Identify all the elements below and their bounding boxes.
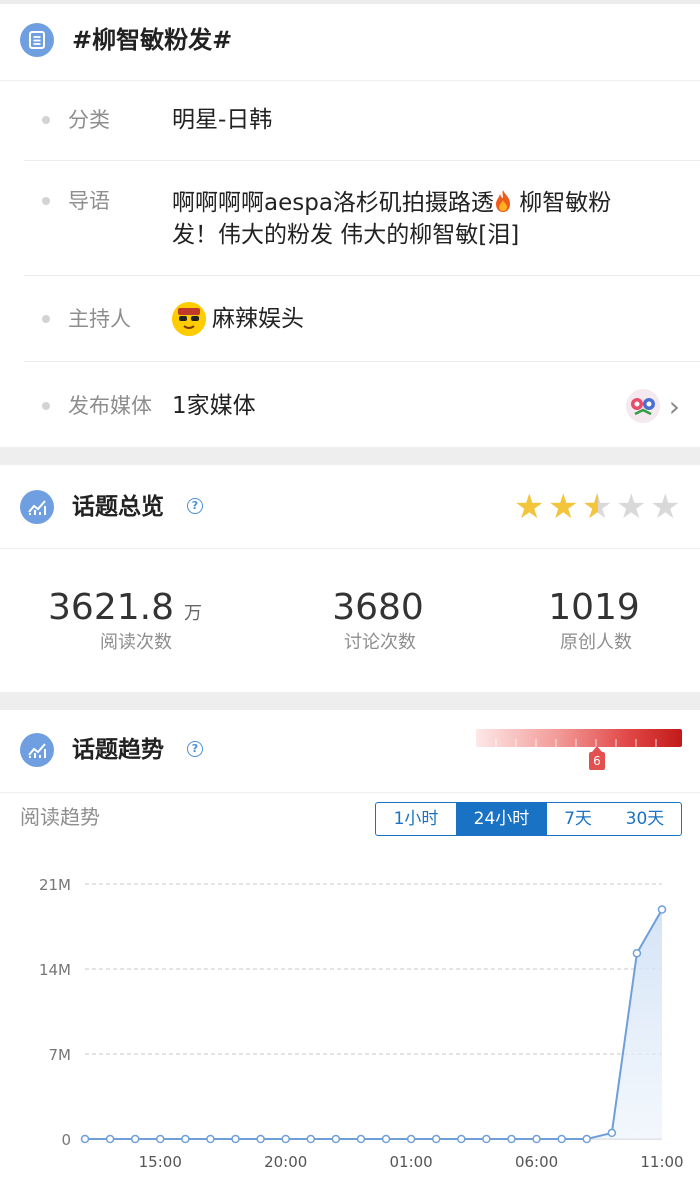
read-trend-chart: 0 7M 14M 21M 15:00 20:00 01:00 06:00 11:00 [39,876,684,1171]
help-icon[interactable]: ? [187,741,203,757]
bullet-dot [42,197,50,205]
x-tick-label: 06:00 [515,1153,558,1171]
discussions-label: 讨论次数 [344,632,416,653]
tab-7-days[interactable]: 7天 [547,803,609,835]
y-tick-label: 7M [49,1046,72,1064]
intro-line1b: 柳智敏粉 [519,190,612,216]
star-icon: ★ [616,487,647,527]
data-point [532,1134,541,1144]
data-point [256,1134,265,1144]
data-point [331,1134,341,1144]
heat-level-marker: 6 [589,752,605,770]
data-point [206,1134,215,1144]
list-icon [20,23,54,57]
reads-value: 3621.8 万 [20,588,230,634]
data-point [557,1134,566,1144]
data-point [582,1134,591,1144]
y-tick-label: 21M [39,876,71,894]
media-row[interactable]: 发布媒体 1家媒体 › [24,361,700,447]
host-label: 主持人 [68,307,131,331]
intro-row: 导语 啊啊啊啊aespa洛杉矶拍摄路透 柳智敏粉 发！伟大的粉发 伟大的柳智敏[… [24,160,700,276]
y-tick-label: 14M [39,961,71,979]
star-icon: ★ [650,487,681,527]
section-separator [0,447,700,465]
heat-scale-bar [476,729,682,747]
data-point [406,1134,416,1144]
read-trend-label: 阅读趋势 [20,805,100,829]
divider [0,792,700,793]
data-point [657,905,667,914]
data-point [181,1134,190,1144]
data-point [281,1134,290,1144]
host-avatar[interactable] [172,302,206,336]
host-row[interactable]: 主持人 麻辣娱头 [24,275,700,362]
star-icon: ★ [514,487,545,527]
data-point [507,1134,516,1144]
x-tick-label: 11:00 [640,1153,683,1171]
discussions-value: 3680 [332,587,424,628]
bullet-dot [42,315,50,323]
series-line [85,909,663,1140]
data-point [482,1134,491,1144]
section-separator [0,692,700,710]
data-point [105,1134,115,1144]
data-point [632,948,642,958]
topic-header: #柳智敏粉发# [0,0,700,81]
reads-unit: 万 [183,603,202,624]
overview-title: 话题总览 [72,494,164,520]
reads-number: 3621.8 [48,587,174,628]
chevron-right-icon[interactable]: › [669,393,680,421]
intro-line2: 发！伟大的粉发 伟大的柳智敏[泪] [172,222,520,248]
x-tick-label: 15:00 [139,1153,182,1171]
data-point [306,1134,316,1144]
reads-label: 阅读次数 [100,632,172,653]
intro-label: 导语 [68,189,110,213]
media-value: 1家媒体 [172,393,256,419]
category-row: 分类 明星-日韩 [24,80,700,161]
half-star-icon: ★ [582,490,598,524]
trend-chart-icon [20,733,54,767]
category-value: 明星-日韩 [172,107,273,133]
original-users-value: 1019 [548,587,640,628]
category-label: 分类 [68,108,110,132]
bullet-dot [42,116,50,124]
bullet-dot [42,402,50,410]
host-name[interactable]: 麻辣娱头 [212,303,304,335]
divider [0,548,700,549]
data-point [231,1134,240,1144]
media-label: 发布媒体 [68,394,152,418]
data-point [431,1134,441,1144]
data-point [130,1134,140,1144]
star-icon: ★ [548,487,579,527]
tab-1-hour[interactable]: 1小时 [376,803,456,835]
data-point [356,1134,366,1144]
fire-icon [495,190,510,212]
x-tick-label: 01:00 [390,1153,433,1171]
time-range-tabs: 1小时 24小时 7天 30天 [375,802,682,836]
intro-line1: 啊啊啊啊aespa洛杉矶拍摄路透 [172,190,494,216]
trend-title: 话题趋势 [72,737,164,763]
intro-text: 啊啊啊啊aespa洛杉矶拍摄路透 柳智敏粉 发！伟大的粉发 伟大的柳智敏[泪] [172,187,692,251]
series-area [85,909,662,1139]
data-point [457,1134,466,1144]
data-point [80,1134,90,1144]
y-tick-label: 0 [61,1131,71,1149]
x-tick-label: 20:00 [264,1153,307,1171]
help-icon[interactable]: ? [187,498,203,514]
data-point [381,1134,391,1144]
topic-title: #柳智敏粉发# [72,26,233,54]
media-avatar[interactable] [626,389,660,423]
original-users-label: 原创人数 [560,632,632,653]
data-point [607,1128,617,1138]
tab-24-hours[interactable]: 24小时 [456,803,547,835]
data-point [156,1134,165,1144]
tab-30-days[interactable]: 30天 [609,803,681,835]
trend-chart-icon [20,490,54,524]
